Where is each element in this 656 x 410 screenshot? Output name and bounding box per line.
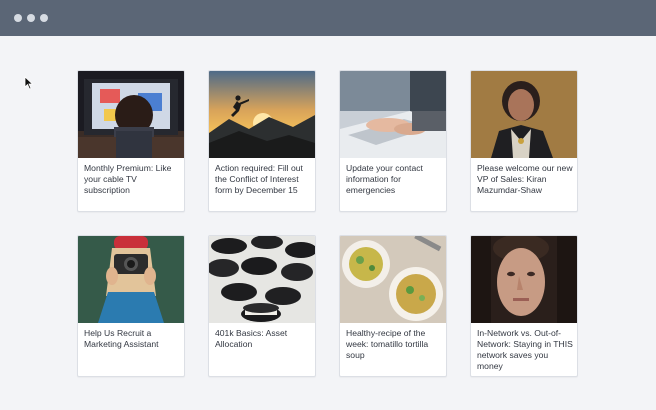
news-card[interactable]: In-Network vs. Out-of-Network: Staying i… [470,235,578,377]
man-portrait-photo [471,236,577,323]
window-dot[interactable] [27,14,35,22]
news-card[interactable]: Update your contact information for emer… [339,70,447,212]
card-title: In-Network vs. Out-of-Network: Staying i… [477,328,573,371]
mouse-cursor-icon [24,76,34,90]
news-card[interactable]: Monthly Premium: Like your cable TV subs… [77,70,185,212]
card-title: Healthy-recipe of the week: tomatillo to… [346,328,429,360]
card-title: Help Us Recruit a Marketing Assistant [84,328,159,349]
card-title: 401k Basics: Asset Allocation [215,328,288,349]
card-title: Update your contact information for emer… [346,163,423,195]
woman-with-camera-photo [78,236,184,323]
news-card[interactable]: Help Us Recruit a Marketing Assistant [77,235,185,377]
card-title: Monthly Premium: Like your cable TV subs… [84,163,172,195]
hands-typing-laptop-photo [340,71,446,158]
child-watching-tv-photo [78,71,184,158]
cookies-photo [209,236,315,323]
card-title: Action required: Fill out the Conflict o… [215,163,303,195]
news-card[interactable]: 401k Basics: Asset Allocation [208,235,316,377]
window-dot[interactable] [14,14,22,22]
news-card[interactable]: Action required: Fill out the Conflict o… [208,70,316,212]
card-title: Please welcome our new VP of Sales: Kira… [477,163,573,195]
soup-bowls-photo [340,236,446,323]
news-card[interactable]: Healthy-recipe of the week: tomatillo to… [339,235,447,377]
window-titlebar [0,0,656,36]
window-dot[interactable] [40,14,48,22]
news-card[interactable]: Please welcome our new VP of Sales: Kira… [470,70,578,212]
person-jumping-sunset-photo [209,71,315,158]
woman-portrait-photo [471,71,577,158]
